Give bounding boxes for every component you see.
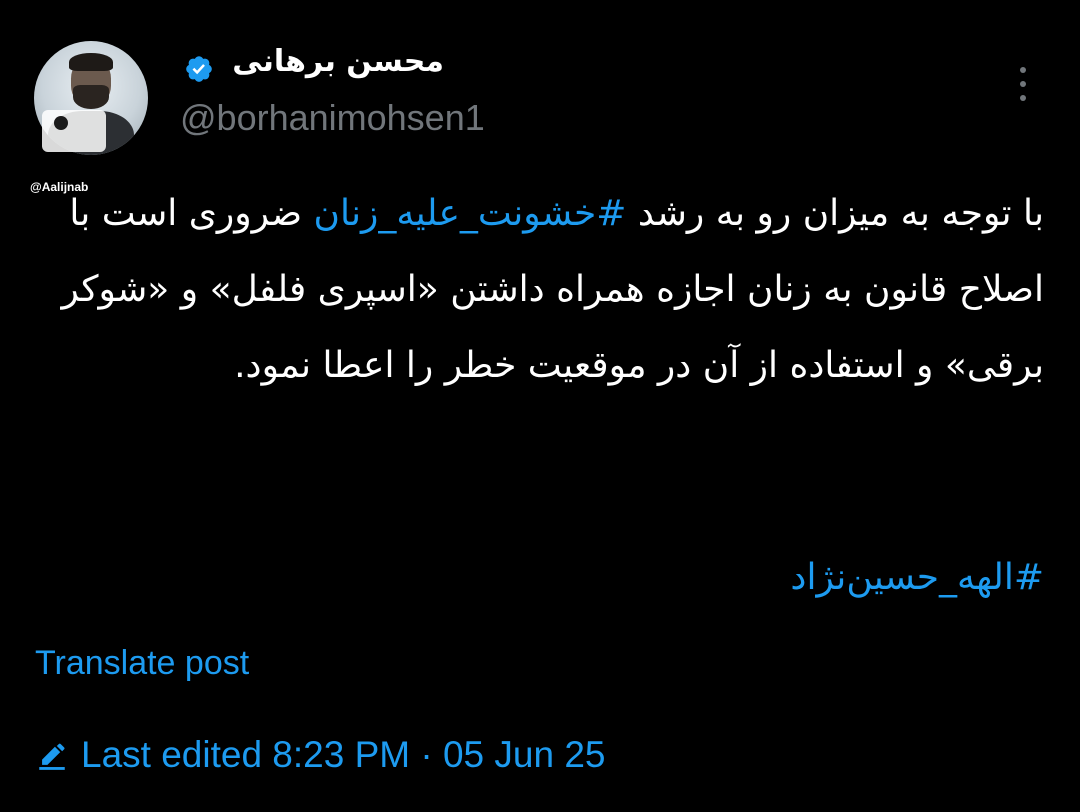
avatar-beard-shape [73, 85, 109, 109]
more-vertical-icon[interactable] [1014, 64, 1032, 104]
last-edited-link[interactable]: Last edited 8:23 PM · 05 Jun 25 [35, 732, 606, 778]
post-text-part1: با توجه به میزان رو به رشد [626, 193, 1044, 234]
hashtag-link[interactable]: #خشونت_علیه_زنان [314, 193, 627, 234]
author-handle[interactable]: @borhanimohsen1 [180, 97, 485, 139]
post-text: با توجه به میزان رو به رشد #خشونت_علیه_ز… [34, 176, 1044, 404]
verified-badge-icon [186, 56, 212, 82]
pencil-icon [39, 743, 65, 770]
translate-post-link[interactable]: Translate post [35, 644, 249, 683]
watermark-glyph [54, 116, 68, 130]
watermark-logo [42, 110, 106, 152]
author-display-name[interactable]: محسن برهانی [232, 44, 444, 79]
last-edited-text: Last edited 8:23 PM · 05 Jun 25 [81, 734, 606, 775]
hashtag-link[interactable]: #الهه_حسین‌نژاد [790, 548, 1044, 608]
avatar-hair-shape [69, 53, 113, 71]
